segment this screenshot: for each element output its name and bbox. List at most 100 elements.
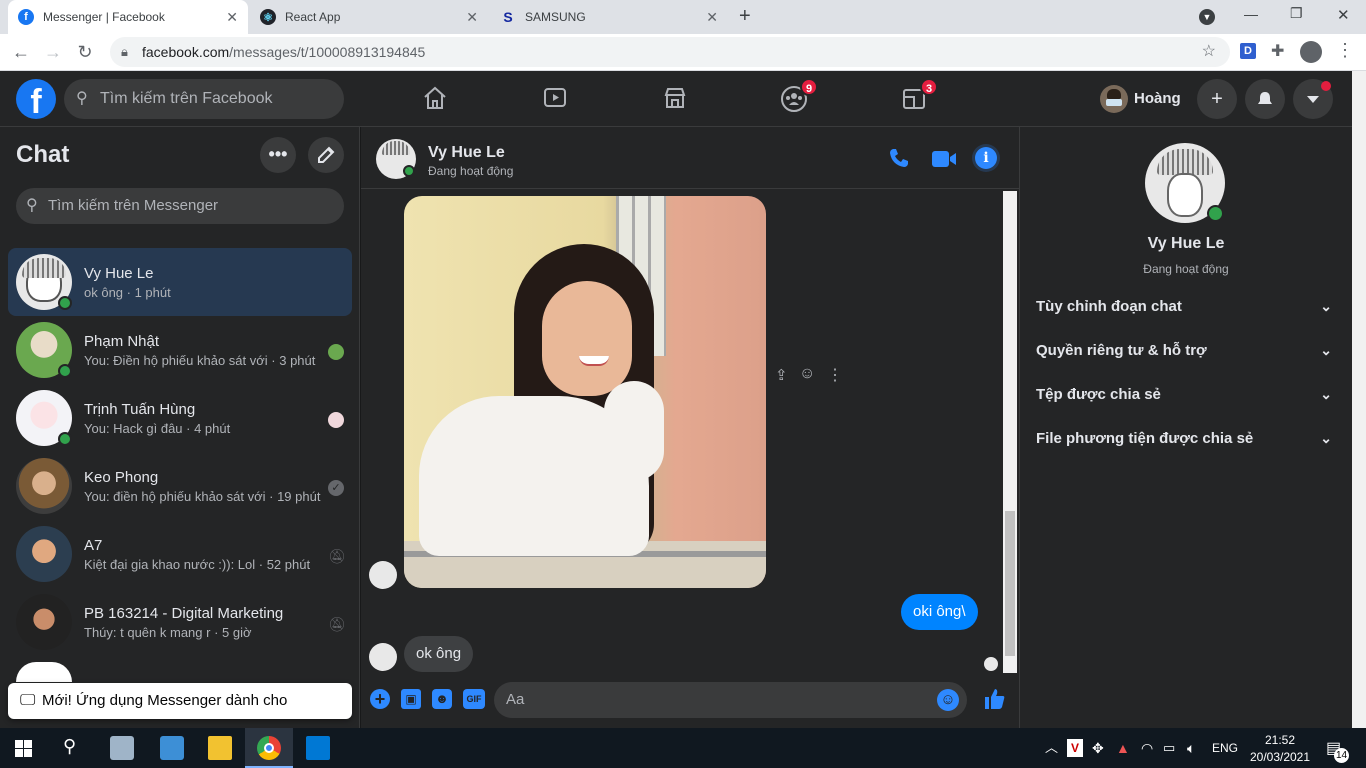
tray-app-icon[interactable]: V	[1067, 739, 1083, 757]
section-label: Tùy chỉnh đoạn chat	[1036, 298, 1182, 315]
section-customize-chat[interactable]: Tùy chỉnh đoạn chat ⌄	[1036, 298, 1332, 315]
messages-scrollbar[interactable]	[1003, 191, 1017, 673]
extension-d-icon[interactable]: D	[1240, 43, 1256, 59]
restore-button[interactable]: ❐	[1290, 5, 1303, 22]
language-indicator[interactable]: ENG	[1212, 728, 1238, 768]
conversation-item[interactable]: PB 163214 - Digital Marketing Thúy: t qu…	[8, 588, 352, 656]
notification-count: 14	[1334, 748, 1349, 763]
conversation-item[interactable]: A7 Kiệt đại gia khao nước :)): Lol · 52 …	[8, 520, 352, 588]
windows-start-icon[interactable]	[15, 740, 32, 762]
outgoing-message[interactable]: oki ông\	[901, 594, 978, 630]
app-icon[interactable]	[160, 736, 184, 760]
url-path: /messages/t/100008913194845	[229, 44, 426, 60]
tab-react-app[interactable]: ⚛ React App ✕	[250, 0, 488, 34]
conversation-item[interactable]: Trịnh Tuấn Hùng You: Hack gì đâu · 4 phú…	[8, 384, 352, 452]
back-icon[interactable]: ←	[10, 42, 32, 63]
tray-app-icon[interactable]: ✥	[1092, 728, 1104, 768]
share-icon[interactable]: ⇪	[775, 366, 788, 384]
extensions-puzzle-icon[interactable]: ✚	[1271, 41, 1284, 61]
sender-avatar	[369, 561, 397, 589]
messenger-search-input[interactable]: ⚲ Tìm kiếm trên Messenger	[16, 188, 344, 224]
watch-icon[interactable]	[541, 85, 569, 113]
video-call-icon[interactable]	[931, 149, 957, 174]
conversation-info-icon[interactable]: i	[972, 144, 1000, 172]
url-bar[interactable]: 🔒︎ facebook.com/messages/t/1000089131948…	[110, 37, 1230, 67]
tray-app-icon[interactable]: ▲	[1116, 728, 1130, 768]
clock-date[interactable]: 20/03/2021	[1245, 750, 1315, 764]
conversation-item[interactable]: Phạm Nhật You: Điền hộ phiếu khảo sát vớ…	[8, 316, 352, 384]
user-avatar[interactable]	[1100, 85, 1128, 113]
tab-samsung[interactable]: S SAMSUNG ✕	[490, 0, 728, 34]
vscode-icon[interactable]	[306, 736, 330, 760]
avatar	[16, 594, 72, 650]
thumbs-up-icon[interactable]	[983, 687, 1007, 716]
photo-message[interactable]	[404, 196, 766, 588]
emoji-icon[interactable]: ☺	[937, 689, 959, 711]
conversation-name: Phạm Nhật	[84, 333, 160, 350]
sticker-icon[interactable]: ☻	[432, 689, 452, 709]
user-name[interactable]: Hoàng	[1134, 90, 1181, 107]
attach-photo-icon[interactable]: ▣	[401, 689, 421, 709]
online-indicator	[58, 364, 72, 378]
section-privacy-support[interactable]: Quyền riêng tư & hỗ trợ ⌄	[1036, 342, 1332, 359]
tray-chevron-icon[interactable]: ︿	[1045, 728, 1058, 768]
tab-search-icon[interactable]: ▼	[1199, 9, 1215, 25]
more-options-icon[interactable]: •••	[260, 137, 296, 173]
avatar	[16, 526, 72, 582]
conversation-item[interactable]: Vy Hue Le ok ông · 1 phút	[8, 248, 352, 316]
section-label: Tệp được chia sẻ	[1036, 386, 1161, 403]
avatar	[16, 662, 72, 682]
file-explorer-icon[interactable]	[208, 736, 232, 760]
volume-icon[interactable]: 🔈︎	[1187, 728, 1195, 768]
new-message-icon[interactable]	[308, 137, 344, 173]
new-tab-button[interactable]: +	[739, 5, 751, 28]
search-icon[interactable]: ⚲	[63, 736, 76, 757]
info-status: Đang hoạt động	[1143, 262, 1229, 276]
notification-dot	[1321, 81, 1331, 91]
forward-icon[interactable]: →	[42, 42, 64, 63]
react-emoji-icon[interactable]: ☺	[799, 365, 815, 383]
minimize-button[interactable]: —	[1244, 6, 1258, 22]
chrome-menu-icon[interactable]: ⋮	[1336, 40, 1354, 61]
section-shared-files[interactable]: Tệp được chia sẻ ⌄	[1036, 386, 1332, 403]
gif-icon[interactable]: GIF	[463, 689, 485, 709]
facebook-search-input[interactable]: ⚲ Tìm kiếm trên Facebook	[64, 79, 344, 119]
home-icon[interactable]	[421, 85, 449, 113]
bookmark-star-icon[interactable]: ☆	[1202, 37, 1216, 67]
close-icon[interactable]: ✕	[706, 9, 718, 26]
message-input[interactable]: Aa ☺	[494, 682, 967, 718]
tab-title: React App	[285, 10, 341, 24]
conversation-name: PB 163214 - Digital Marketing	[84, 605, 284, 622]
reload-icon[interactable]: ↻	[74, 42, 96, 63]
online-indicator	[58, 432, 72, 446]
battery-icon[interactable]: ▭	[1163, 728, 1175, 768]
conversation-item[interactable]: Keo Phong You: điền hộ phiếu khảo sát vớ…	[8, 452, 352, 520]
facebook-logo-icon[interactable]: f	[16, 79, 56, 121]
online-indicator	[403, 165, 415, 177]
profile-icon[interactable]	[1300, 41, 1322, 63]
tab-title: SAMSUNG	[525, 10, 586, 24]
message-placeholder: Aa	[506, 691, 525, 708]
message-more-icon[interactable]: ⋮	[827, 365, 843, 385]
voice-call-icon[interactable]	[888, 147, 910, 174]
messenger-app-toast[interactable]: 🖵 Mới! Ứng dụng Messenger dành cho Windo…	[8, 683, 352, 745]
section-shared-media[interactable]: File phương tiện được chia sẻ ⌄	[1036, 430, 1332, 447]
control-panel-icon[interactable]	[110, 736, 134, 760]
chrome-taskbar-button[interactable]	[245, 728, 293, 768]
tab-messenger[interactable]: f Messenger | Facebook ✕	[8, 0, 248, 34]
create-button[interactable]: +	[1197, 79, 1237, 119]
close-icon[interactable]: ✕	[226, 9, 238, 26]
close-icon[interactable]: ✕	[466, 9, 478, 26]
online-indicator	[1207, 205, 1224, 222]
window-close-button[interactable]: ✕	[1337, 6, 1350, 24]
incoming-message[interactable]: ok ông	[404, 636, 474, 672]
gaming-badge: 3	[920, 78, 938, 96]
clock-time[interactable]: 21:52	[1250, 733, 1310, 747]
page-scrollbar[interactable]	[1352, 71, 1366, 728]
contact-name[interactable]: Vy Hue Le	[428, 144, 505, 162]
wifi-icon[interactable]: ◠	[1141, 728, 1153, 768]
messenger-button[interactable]	[1245, 79, 1285, 119]
conversation-name: Keo Phong	[84, 469, 159, 486]
marketplace-icon[interactable]	[661, 85, 689, 113]
more-actions-icon[interactable]: +	[370, 689, 390, 709]
